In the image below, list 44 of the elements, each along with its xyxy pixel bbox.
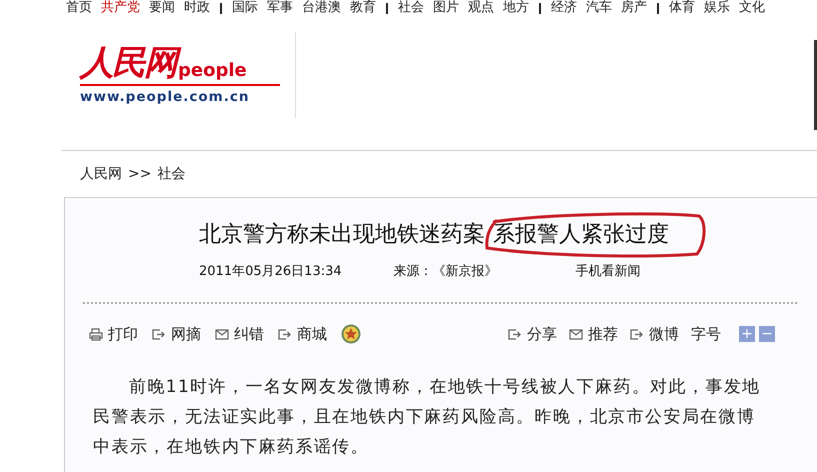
export-icon [630,328,644,340]
export-icon [152,328,166,340]
toolbar-link[interactable]: 纠错 [215,322,264,346]
nav-link[interactable]: 时政 [184,0,210,16]
breadcrumb-link[interactable]: 人民网 [80,164,122,184]
breadcrumb-chevrons: >> [128,164,152,184]
font-size-label: 字号 [691,324,721,345]
nav-link[interactable]: 国际 [232,0,258,16]
nav-link[interactable]: 经济 [551,0,577,16]
nav-link[interactable]: 体育 [669,0,695,16]
nav-link[interactable]: 观点 [468,0,494,16]
nav-link[interactable]: 社会 [398,0,424,16]
envelope-icon [569,328,583,340]
news-source: 来源：《新京报》 [394,263,498,282]
nav-link[interactable]: 文化 [739,0,765,16]
nav-link[interactable]: 首页 [66,0,92,16]
toolbar-link[interactable]: 推荐 [569,322,618,346]
mobile-news-link[interactable]: 手机看新闻 [576,262,641,282]
toolbar-link[interactable]: 微博 [630,322,679,346]
article-paragraph: 前晚11时许，一名女网友发微博称，在地铁十号线被人下麻药。对此，事发地民警表示，无法证实此事，且在地铁内下麻药风险高。昨晚，北京市公安局在微博中表示，在地铁内下麻药系谣传。 [93,376,762,459]
export-icon [508,328,522,340]
toolbar-link[interactable]: 分享 [508,322,557,346]
printer-icon [89,328,103,340]
breadcrumb-link[interactable]: 社会 [157,164,186,184]
toolbar-link[interactable]: 商城 [278,322,327,346]
export-icon [278,328,292,340]
nav-link[interactable]: 台港澳 [302,0,341,16]
publish-date: 2011年05月26日13:34 [199,263,342,282]
nav-link[interactable]: 共产党 [101,0,140,16]
headline: 系报警人紧张过度 [493,220,669,250]
headline: 北京警方称未出现地铁迷药案 [199,221,485,249]
star-badge-icon[interactable] [341,324,361,344]
toolbar-link[interactable]: 打印 [89,322,138,346]
nav-link[interactable]: 军事 [267,0,293,16]
logo[interactable]: 人民网people www.people.com.cn [80,32,280,118]
envelope-icon [215,328,229,340]
nav-link[interactable]: 地方 [503,0,529,16]
nav-link[interactable]: 房产 [621,0,647,16]
nav-link[interactable]: 娱乐 [704,0,730,16]
nav-link[interactable]: 汽车 [586,0,612,16]
nav-link[interactable]: 图片 [433,0,459,16]
toolbar-link[interactable]: 网摘 [152,322,201,346]
nav-link[interactable]: 教育 [350,0,376,16]
nav-link[interactable]: 要闻 [149,0,175,16]
